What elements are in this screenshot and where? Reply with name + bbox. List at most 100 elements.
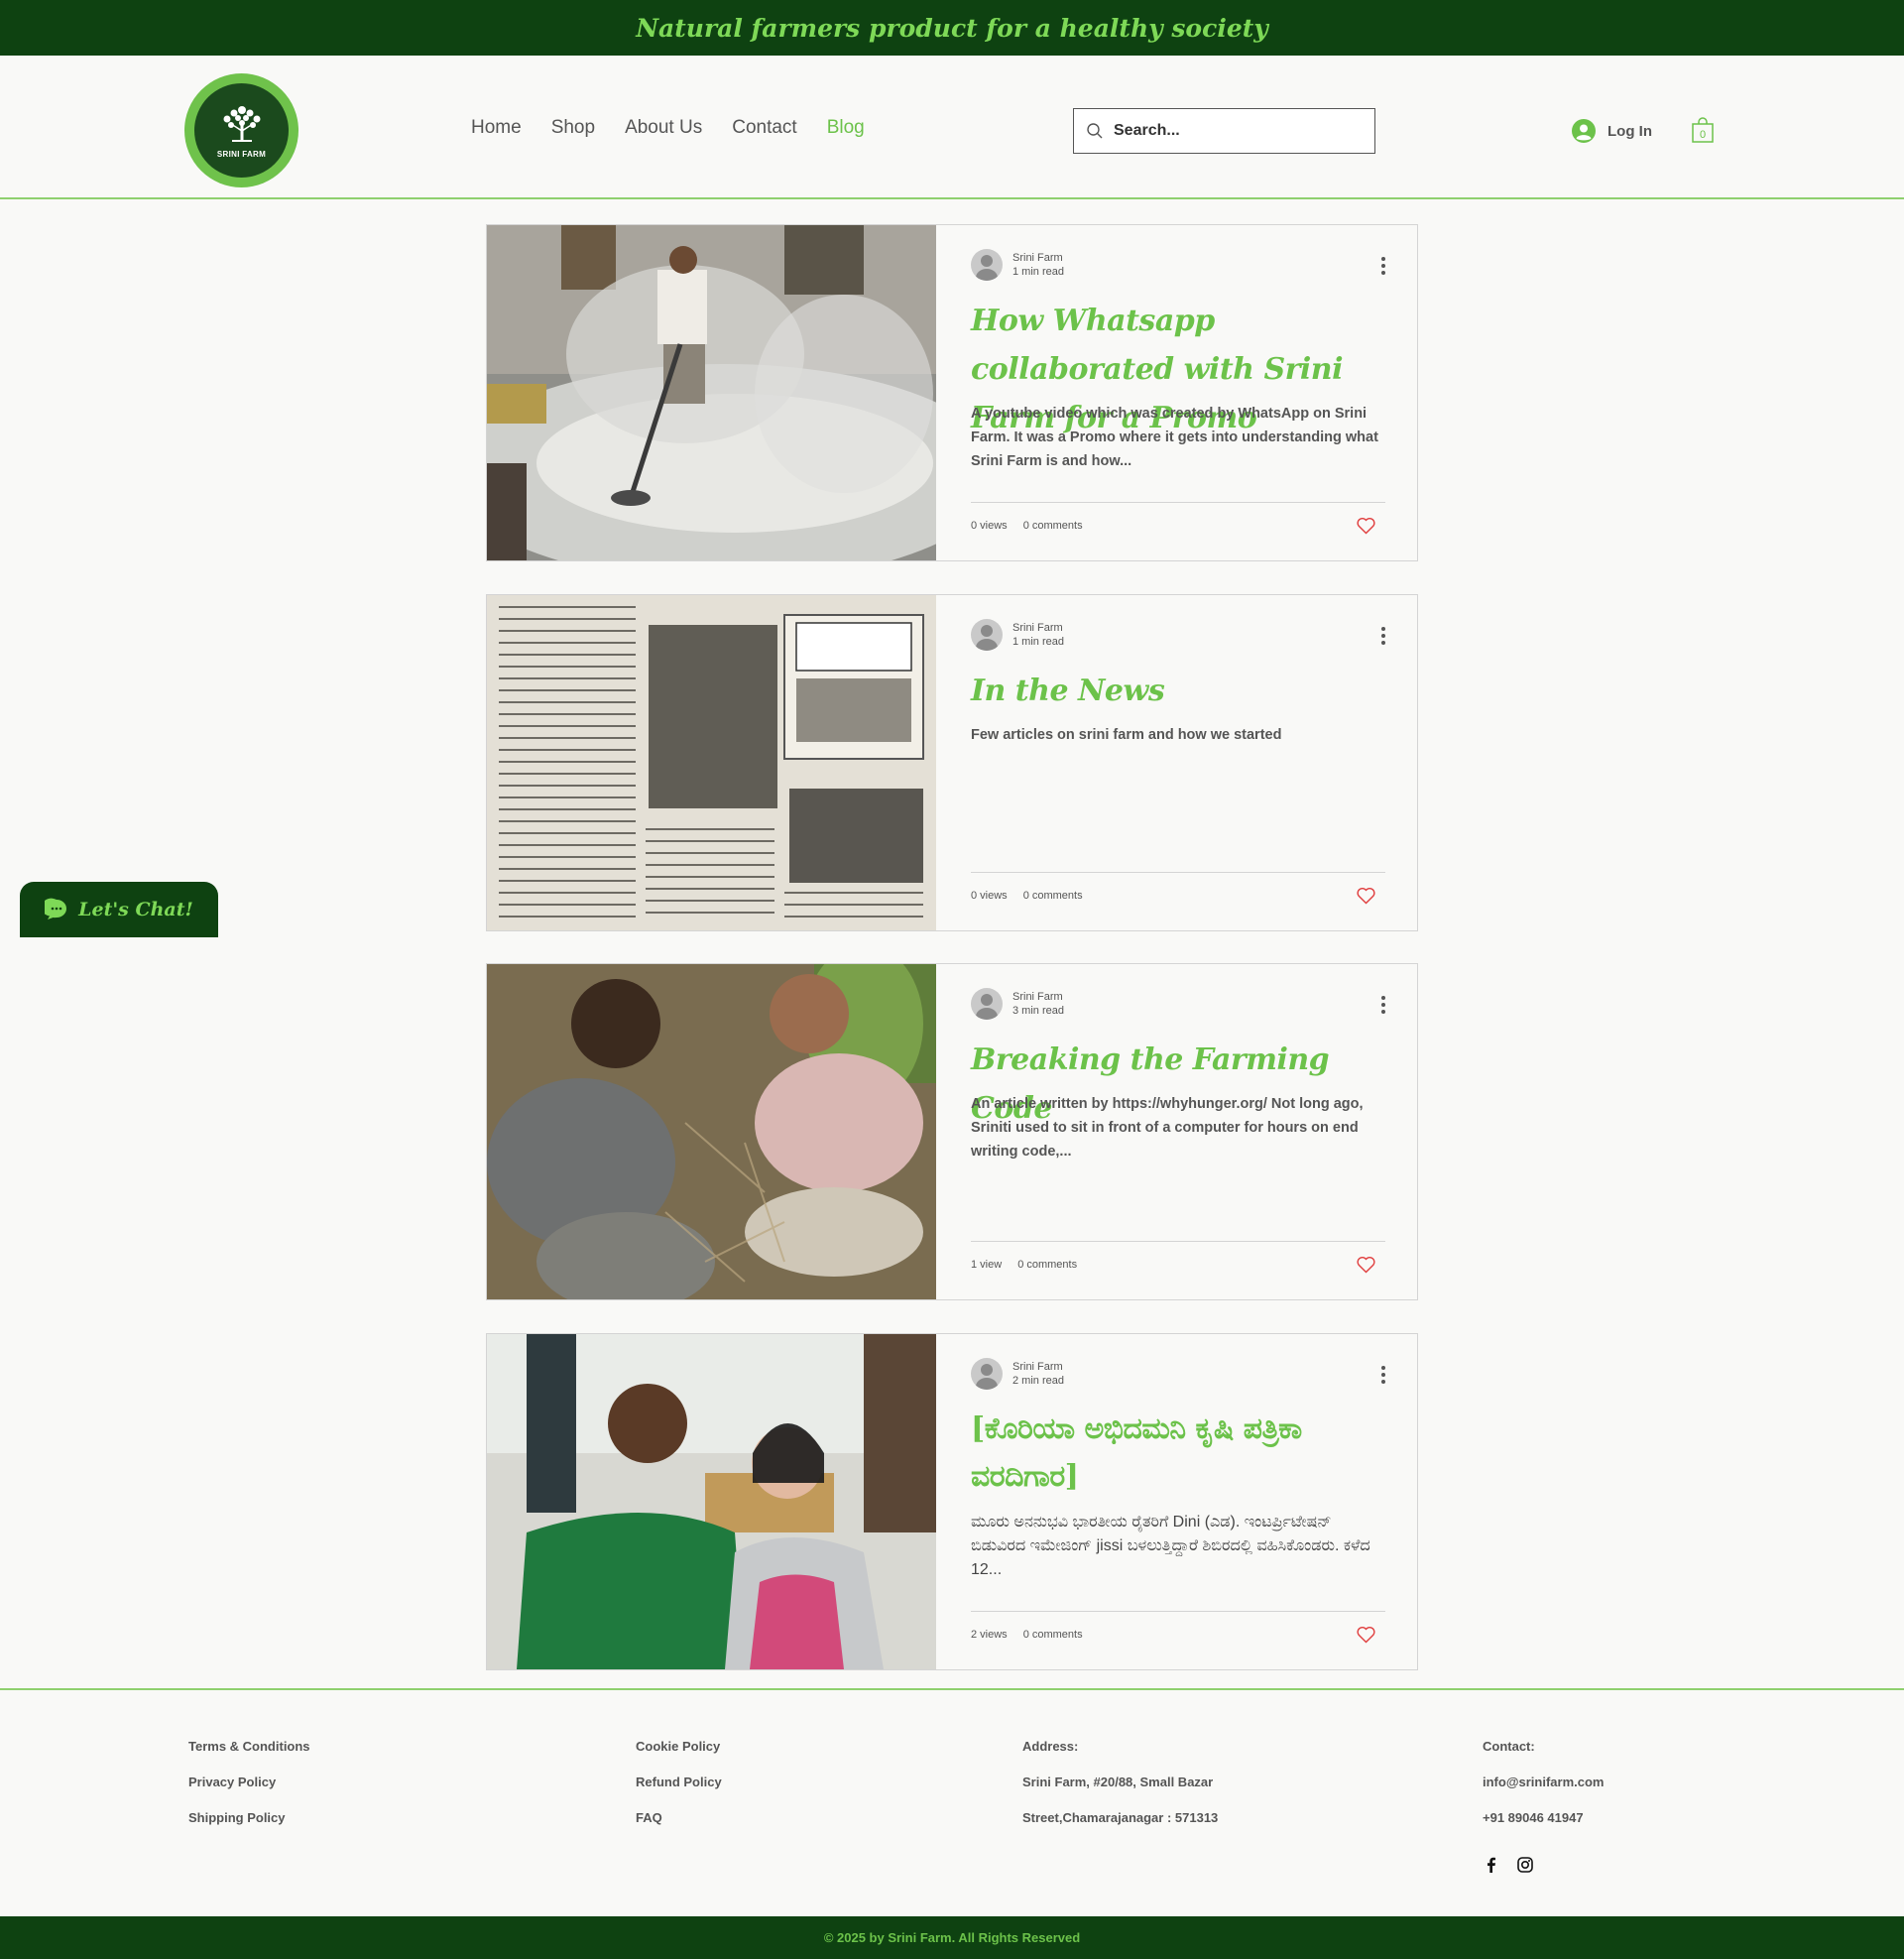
footer-link-shipping[interactable]: Shipping Policy [188, 1809, 310, 1826]
post-excerpt[interactable]: An article written by https://whyhunger.… [971, 1092, 1385, 1163]
post-meta: Srini Farm 1 min read [971, 249, 1064, 281]
blog-post-card[interactable]: Srini Farm 1 min read In the News Few ar… [486, 594, 1418, 931]
logo-badge: SRINI FARM [194, 83, 289, 178]
footer-divider [0, 1688, 1904, 1690]
post-stats: 1 view 0 comments [971, 1259, 1077, 1271]
footer-link-terms[interactable]: Terms & Conditions [188, 1738, 310, 1755]
more-options-icon[interactable] [1381, 257, 1385, 275]
footer-help-col: Cookie Policy Refund Policy FAQ [636, 1738, 722, 1826]
author-name[interactable]: Srini Farm [1012, 990, 1064, 1004]
post-photo-portrait [487, 1334, 936, 1669]
author-name[interactable]: Srini Farm [1012, 621, 1064, 635]
post-meta: Srini Farm 2 min read [971, 1358, 1064, 1390]
chat-widget-button[interactable]: Let's Chat! [20, 882, 218, 937]
copyright-bar: © 2025 by Srini Farm. All Rights Reserve… [0, 1916, 1904, 1959]
blog-post-card[interactable]: Srini Farm 2 min read [ಕೊರಿಯಾ ಅಭಿದಮನಿ ಕೃ… [486, 1333, 1418, 1670]
post-divider [971, 502, 1385, 503]
footer-address-col: Address: Srini Farm, #20/88, Small Bazar… [1022, 1738, 1218, 1826]
post-meta: Srini Farm 3 min read [971, 988, 1064, 1020]
post-photo-field [487, 964, 936, 1299]
footer-link-faq[interactable]: FAQ [636, 1809, 722, 1826]
post-excerpt[interactable]: ಮೂರು ಅನನುಭವಿ ಭಾರತೀಯ ರೈತರಿಗೆ Dini (ಎಡ). ಇ… [971, 1511, 1385, 1582]
post-photo-cooking [487, 225, 936, 560]
chat-bubble-icon [45, 898, 67, 919]
post-title[interactable]: [ಕೊರಿಯಾ ಅಭಿದಮನಿ ಕೃಷಿ ಪತ್ರಿಕಾ ವರದಿಗಾರ] [971, 1406, 1385, 1501]
search-box[interactable] [1073, 108, 1375, 154]
comment-count[interactable]: 0 comments [1023, 520, 1083, 532]
footer-link-refund[interactable]: Refund Policy [636, 1774, 722, 1790]
facebook-icon[interactable] [1483, 1856, 1500, 1874]
address-heading: Address: [1022, 1739, 1079, 1754]
nav-home[interactable]: Home [471, 117, 522, 139]
post-excerpt[interactable]: Few articles on srini farm and how we st… [971, 723, 1385, 747]
post-stats: 2 views 0 comments [971, 1629, 1083, 1641]
announcement-bar: Natural farmers product for a healthy so… [0, 0, 1904, 56]
post-content: Srini Farm 3 min read Breaking the Farmi… [971, 964, 1385, 1299]
address-line-2: Street,Chamarajanagar : 571313 [1022, 1810, 1219, 1825]
more-options-icon[interactable] [1381, 996, 1385, 1014]
read-time: 1 min read [1012, 266, 1064, 278]
post-content: Srini Farm 2 min read [ಕೊರಿಯಾ ಅಭಿದಮನಿ ಕೃ… [971, 1334, 1385, 1669]
address-line-1: Srini Farm, #20/88, Small Bazar [1022, 1775, 1214, 1789]
post-stats: 0 views 0 comments [971, 520, 1083, 532]
like-heart-icon[interactable] [1357, 517, 1375, 535]
blog-post-card[interactable]: Srini Farm 1 min read How Whatsapp colla… [486, 224, 1418, 561]
contact-heading: Contact: [1483, 1739, 1535, 1754]
author-avatar[interactable] [971, 988, 1003, 1020]
footer-contact-col: Contact: info@srinifarm.com +91 89046 41… [1483, 1738, 1604, 1826]
post-meta: Srini Farm 1 min read [971, 619, 1064, 651]
footer-policies-col: Terms & Conditions Privacy Policy Shippi… [188, 1738, 310, 1826]
comment-count[interactable]: 0 comments [1017, 1259, 1077, 1271]
footer-link-privacy[interactable]: Privacy Policy [188, 1774, 310, 1790]
author-name[interactable]: Srini Farm [1012, 251, 1064, 265]
like-heart-icon[interactable] [1357, 887, 1375, 905]
view-count: 0 views [971, 520, 1008, 532]
site-logo[interactable]: SRINI FARM [184, 73, 298, 187]
view-count: 1 view [971, 1259, 1003, 1271]
read-time: 1 min read [1012, 636, 1064, 648]
read-time: 2 min read [1012, 1375, 1064, 1387]
author-name[interactable]: Srini Farm [1012, 1360, 1064, 1374]
more-options-icon[interactable] [1381, 627, 1385, 645]
user-avatar-icon [1572, 119, 1596, 143]
footer-link-cookie[interactable]: Cookie Policy [636, 1738, 722, 1755]
post-divider [971, 1611, 1385, 1612]
author-avatar[interactable] [971, 249, 1003, 281]
contact-email[interactable]: info@srinifarm.com [1483, 1774, 1604, 1790]
post-content: Srini Farm 1 min read How Whatsapp colla… [971, 225, 1385, 560]
author-avatar[interactable] [971, 619, 1003, 651]
post-stats: 0 views 0 comments [971, 890, 1083, 902]
main-nav: Home Shop About Us Contact Blog [471, 117, 865, 139]
post-image[interactable] [487, 225, 936, 560]
cart-icon[interactable]: 0 [1691, 116, 1715, 144]
nav-shop[interactable]: Shop [551, 117, 595, 139]
like-heart-icon[interactable] [1357, 1256, 1375, 1274]
nav-about-us[interactable]: About Us [625, 117, 702, 139]
comment-count[interactable]: 0 comments [1023, 890, 1083, 902]
comment-count[interactable]: 0 comments [1023, 1629, 1083, 1641]
post-content: Srini Farm 1 min read In the News Few ar… [971, 595, 1385, 930]
post-excerpt[interactable]: A youtube video which was created by Wha… [971, 402, 1385, 473]
post-title[interactable]: In the News [971, 667, 1385, 715]
like-heart-icon[interactable] [1357, 1626, 1375, 1644]
social-links [1483, 1856, 1534, 1874]
post-image[interactable] [487, 964, 936, 1299]
tagline: Natural farmers product for a healthy so… [636, 13, 1268, 43]
login-button[interactable]: Log In [1572, 119, 1652, 143]
login-label: Log In [1607, 122, 1652, 140]
logo-text: SRINI FARM [216, 150, 267, 159]
post-divider [971, 872, 1385, 873]
nav-contact[interactable]: Contact [732, 117, 796, 139]
author-avatar[interactable] [971, 1358, 1003, 1390]
instagram-icon[interactable] [1516, 1856, 1534, 1874]
tree-icon [223, 106, 260, 142]
post-image[interactable] [487, 595, 936, 930]
post-image[interactable] [487, 1334, 936, 1669]
more-options-icon[interactable] [1381, 1366, 1385, 1384]
search-input[interactable] [1114, 122, 1352, 140]
read-time: 3 min read [1012, 1005, 1064, 1017]
post-photo-newspaper [487, 595, 936, 930]
contact-phone[interactable]: +91 89046 41947 [1483, 1809, 1604, 1826]
blog-post-card[interactable]: Srini Farm 3 min read Breaking the Farmi… [486, 963, 1418, 1300]
nav-blog[interactable]: Blog [827, 117, 865, 139]
